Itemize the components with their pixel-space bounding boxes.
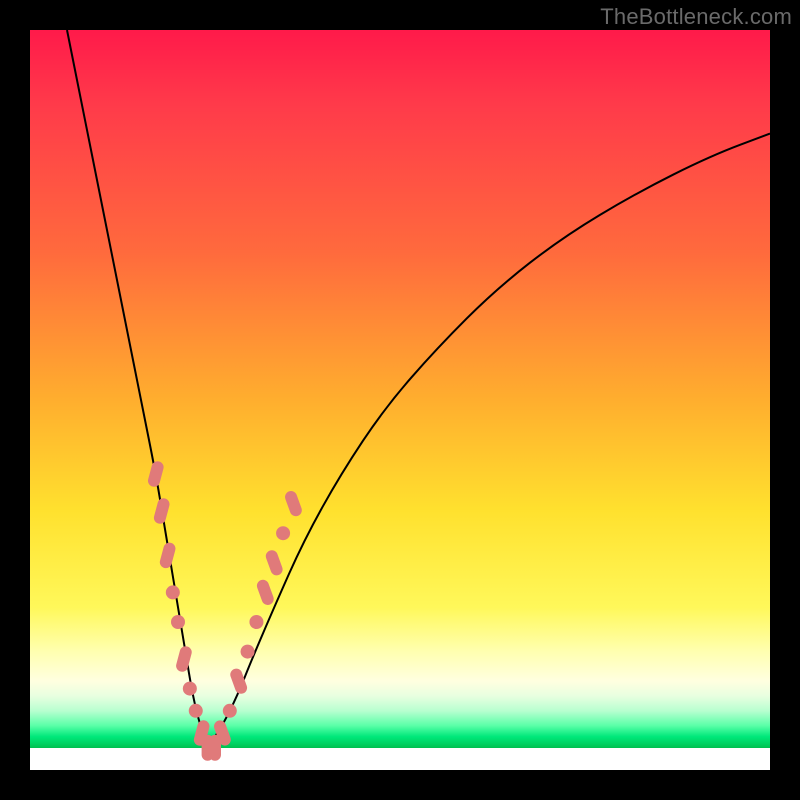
chart-svg — [30, 30, 770, 770]
bead-pill — [283, 489, 303, 518]
bead-dot — [171, 615, 185, 629]
bead-pill — [147, 460, 165, 488]
bead-dot — [223, 704, 237, 718]
bead-pill — [264, 549, 284, 578]
bead-pill — [158, 541, 176, 569]
curve-group — [67, 30, 770, 748]
bead-pill — [255, 578, 275, 607]
watermark-text: TheBottleneck.com — [600, 4, 792, 30]
bead-pill — [153, 497, 171, 525]
bead-dot — [249, 615, 263, 629]
left-branch-curve — [67, 30, 208, 748]
bead-dot — [276, 526, 290, 540]
right-branch-curve — [208, 134, 770, 748]
bead-dot — [189, 704, 203, 718]
bead-group — [147, 460, 304, 761]
bead-dot — [183, 682, 197, 696]
outer-frame: TheBottleneck.com — [0, 0, 800, 800]
bead-dot — [166, 585, 180, 599]
bead-pill — [175, 645, 193, 673]
bead-pill — [229, 667, 249, 696]
bead-dot — [241, 645, 255, 659]
